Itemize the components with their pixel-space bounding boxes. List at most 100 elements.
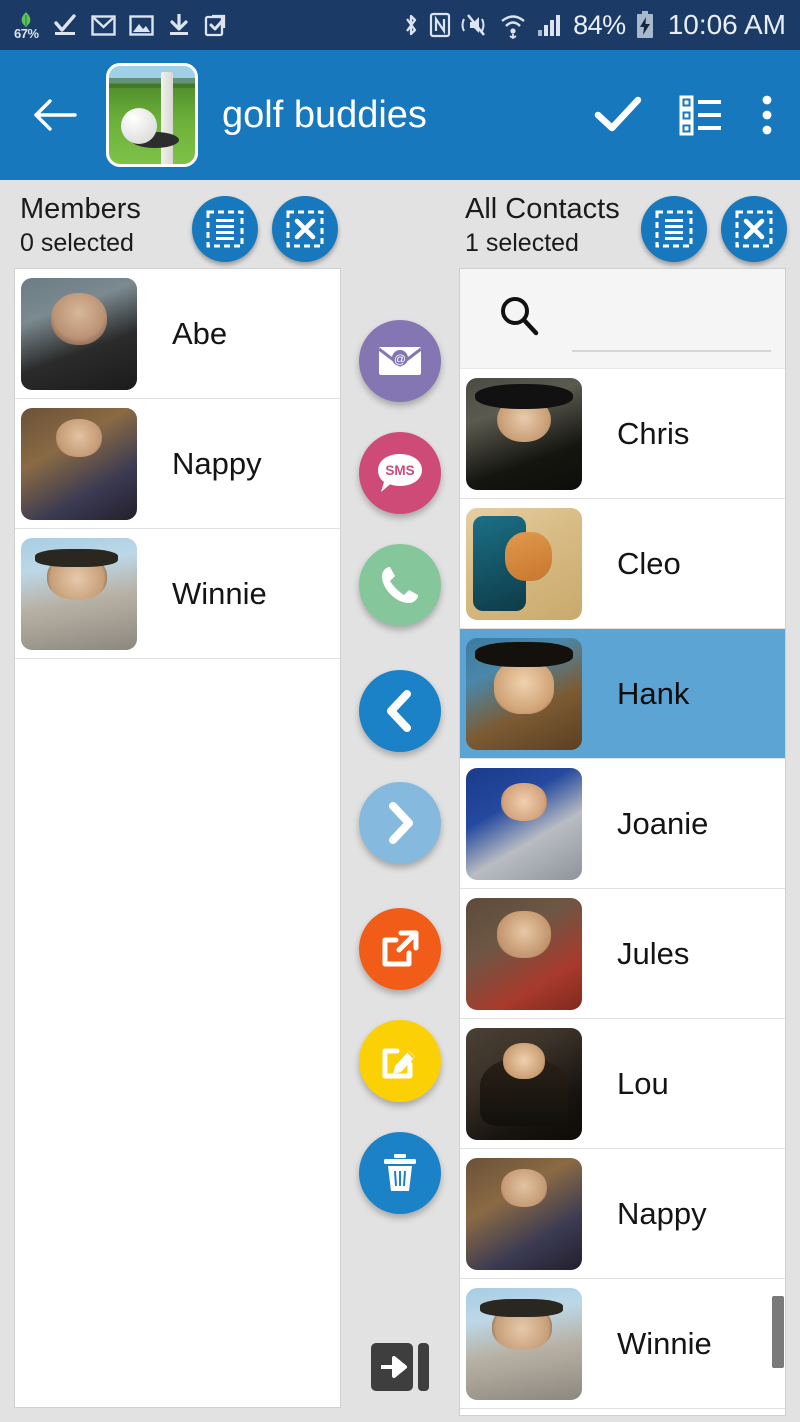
contacts-scrollbar[interactable]	[772, 1296, 784, 1368]
delete-action-button[interactable]	[359, 1132, 441, 1214]
call-action-button[interactable]	[359, 544, 441, 626]
search-input[interactable]	[572, 318, 771, 352]
members-deselect-all-button[interactable]	[272, 196, 338, 262]
list-item[interactable]: Cleo	[460, 499, 785, 629]
list-item[interactable]: Jules	[460, 889, 785, 1019]
list-item-label: Cleo	[617, 545, 681, 581]
edit-pencil-icon	[382, 1048, 415, 1079]
mute-vibrate-icon	[460, 11, 490, 39]
svg-text:SMS: SMS	[385, 463, 414, 478]
gmail-icon	[90, 13, 116, 38]
list-item[interactable]: Joanie	[460, 759, 785, 889]
list-item[interactable]: Chris	[460, 369, 785, 499]
eco-battery-percent: 67%	[14, 25, 39, 41]
list-item-label: Winnie	[617, 1325, 712, 1361]
external-link-icon	[382, 930, 419, 967]
phone-icon	[382, 567, 418, 603]
contacts-rows: Chris Cleo Hank Joanie Jules Lou Nappy Winnie	[460, 369, 785, 1409]
share-action-button[interactable]	[359, 908, 441, 990]
download-icon	[167, 12, 191, 38]
overflow-menu-icon[interactable]	[760, 93, 774, 137]
avatar	[466, 1027, 582, 1140]
list-item-label: Winnie	[172, 575, 267, 611]
list-item[interactable]: Winnie	[15, 529, 340, 659]
contacts-search-row[interactable]	[460, 269, 785, 369]
avatar	[466, 377, 582, 490]
golf-course-thumbnail[interactable]	[106, 63, 198, 167]
trash-icon	[384, 1154, 416, 1191]
checkmark-icon[interactable]	[594, 95, 642, 135]
list-item[interactable]: Hank	[460, 629, 785, 759]
avatar	[466, 507, 582, 620]
app-bar: golf buddies	[0, 50, 800, 180]
list-item-label: Hank	[617, 675, 690, 711]
list-item[interactable]: Abe	[15, 269, 340, 399]
eco-battery-icon: 67%	[14, 11, 39, 40]
battery-percent-label: 84%	[573, 9, 626, 40]
avatar	[466, 637, 582, 750]
list-item-label: Lou	[617, 1065, 669, 1101]
photo-icon	[128, 13, 154, 38]
list-item[interactable]: Nappy	[15, 399, 340, 529]
clipboard-check-icon	[204, 12, 229, 38]
contacts-deselect-all-button[interactable]	[721, 196, 787, 262]
action-button-column: @ SMS	[355, 180, 445, 1422]
list-item-label: Chris	[617, 415, 690, 451]
members-select-all-button[interactable]	[192, 196, 258, 262]
list-item[interactable]: Lou	[460, 1019, 785, 1149]
page-title: golf buddies	[222, 93, 427, 136]
members-empty-area	[15, 659, 340, 1407]
avatar	[466, 767, 582, 880]
wifi-icon	[499, 11, 527, 39]
sms-action-button[interactable]: SMS	[359, 432, 441, 514]
move-right-button[interactable]	[359, 782, 441, 864]
avatar	[21, 407, 137, 520]
email-action-button[interactable]: @	[359, 320, 441, 402]
contacts-list[interactable]: Chris Cleo Hank Joanie Jules Lou Nappy Winnie	[459, 268, 786, 1416]
contacts-header-buttons	[641, 196, 787, 262]
contacts-select-all-button[interactable]	[641, 196, 707, 262]
members-header-buttons	[192, 196, 338, 262]
members-list[interactable]: Abe Nappy Winnie	[14, 268, 341, 1408]
list-item[interactable]: Nappy	[460, 1149, 785, 1279]
members-rows: Abe Nappy Winnie	[15, 269, 340, 659]
status-bar-left-icons: 67%	[14, 11, 229, 40]
sms-bubble-icon: SMS	[378, 454, 422, 492]
exit-door-icon	[371, 1343, 429, 1391]
avatar	[466, 1287, 582, 1400]
status-bar-right-icons: 84% 10:06 AM	[402, 9, 786, 41]
cellular-signal-icon	[536, 12, 564, 38]
list-item-label: Nappy	[172, 445, 262, 481]
avatar	[21, 537, 137, 650]
list-item-label: Abe	[172, 315, 228, 351]
battery-charging-icon	[635, 10, 655, 40]
search-icon[interactable]	[498, 295, 540, 342]
list-item-label: Joanie	[617, 805, 709, 841]
back-arrow-icon[interactable]	[30, 95, 88, 135]
panels-container: Members 0 selected Abe Nappy Winnie @ SM…	[0, 180, 800, 1422]
contacts-panel: All Contacts 1 selected Chris Cleo Hank …	[445, 180, 800, 1422]
app-bar-actions	[594, 92, 774, 138]
svg-text:@: @	[394, 352, 406, 366]
avatar	[466, 897, 582, 1010]
bluetooth-icon	[402, 11, 420, 39]
app-screen: 67% 84% 10:06 AM golf buddies Members 0 …	[0, 0, 800, 1422]
avatar	[21, 277, 137, 390]
status-bar: 67% 84% 10:06 AM	[0, 0, 800, 50]
download-check-icon	[52, 12, 78, 38]
nfc-icon	[429, 11, 451, 39]
chevron-left-icon	[387, 690, 411, 732]
contacts-panel-header: All Contacts 1 selected	[445, 180, 800, 268]
avatar	[466, 1157, 582, 1270]
list-item-label: Jules	[617, 935, 690, 971]
email-at-icon: @	[378, 347, 422, 375]
exit-button[interactable]	[359, 1328, 441, 1406]
edit-action-button[interactable]	[359, 1020, 441, 1102]
members-panel-header: Members 0 selected	[0, 180, 355, 268]
list-view-icon[interactable]	[678, 92, 724, 138]
move-left-button[interactable]	[359, 670, 441, 752]
list-item[interactable]: Winnie	[460, 1279, 785, 1409]
list-item-label: Nappy	[617, 1195, 707, 1231]
members-panel: Members 0 selected Abe Nappy Winnie	[0, 180, 355, 1422]
chevron-right-icon	[389, 802, 413, 844]
